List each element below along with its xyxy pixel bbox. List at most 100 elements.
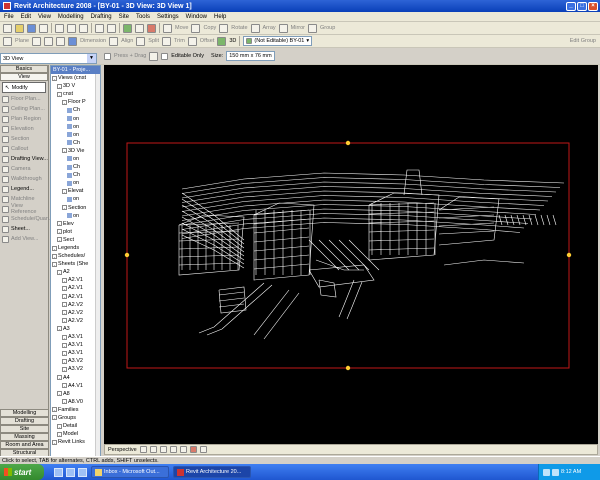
tree-node[interactable]: - Section <box>51 204 100 212</box>
3d-view-icon[interactable] <box>217 36 227 46</box>
taskbar-item-outlook[interactable]: Inbox - Microsoft Out... <box>91 466 169 478</box>
group-label[interactable]: Group <box>320 25 335 31</box>
view-tool-item[interactable]: View Reference <box>0 203 48 215</box>
tree-node[interactable]: - A2.V2 <box>51 309 100 317</box>
expand-toggle-icon[interactable]: - <box>57 221 62 227</box>
detail-level-icon[interactable] <box>149 446 157 453</box>
plane-icon[interactable] <box>3 36 12 46</box>
copy-icon[interactable] <box>67 23 76 33</box>
expand-toggle-icon[interactable]: - <box>57 269 62 275</box>
outlook-icon[interactable] <box>66 467 75 477</box>
menu-view[interactable]: View <box>38 14 51 20</box>
view-tool-item[interactable]: Camera <box>0 164 48 174</box>
start-button[interactable]: start <box>0 464 44 480</box>
move-icon[interactable] <box>163 23 172 33</box>
view-icon[interactable] <box>67 107 72 113</box>
zoom-icon[interactable] <box>147 23 156 33</box>
tree-node[interactable]: - Groups <box>51 414 100 422</box>
view-icon[interactable] <box>67 116 72 122</box>
expand-toggle-icon[interactable]: - <box>62 148 67 154</box>
view-icon[interactable] <box>67 180 72 186</box>
view-tool-item[interactable]: Elevation <box>0 124 48 134</box>
measure-icon[interactable] <box>123 23 132 33</box>
tree-node[interactable]: on <box>51 179 100 187</box>
expand-toggle-icon[interactable]: - <box>52 75 57 81</box>
menu-site[interactable]: Site <box>119 14 129 20</box>
view-tool-item[interactable]: Schedule/Quan... <box>0 214 54 224</box>
tree-node[interactable]: Ch <box>51 106 100 114</box>
view-tool-item[interactable]: Plan Region <box>0 114 48 124</box>
group-icon[interactable] <box>308 23 318 33</box>
expand-toggle-icon[interactable]: - <box>57 91 62 97</box>
edit-group-label[interactable]: Edit Group <box>570 38 596 44</box>
menu-window[interactable]: Window <box>186 14 207 20</box>
view-cube-icon[interactable] <box>68 36 78 46</box>
plane-label[interactable]: Plane <box>15 38 29 44</box>
crop-grip-top[interactable] <box>345 140 351 146</box>
crop-grip-right[interactable] <box>566 252 572 258</box>
copy-label[interactable]: Copy <box>203 25 216 31</box>
tree-node[interactable]: on <box>51 114 100 122</box>
expand-toggle-icon[interactable]: - <box>57 326 62 332</box>
trim-icon[interactable] <box>162 36 171 46</box>
menu-file[interactable]: File <box>4 14 14 20</box>
expand-toggle-icon[interactable]: - <box>62 294 67 300</box>
expand-toggle-icon[interactable]: - <box>52 245 57 251</box>
tree-node[interactable]: - A4 <box>51 373 100 381</box>
array-label[interactable]: Array <box>263 25 276 31</box>
tree-node[interactable]: on <box>51 212 100 220</box>
menu-help[interactable]: Help <box>214 14 226 20</box>
expand-toggle-icon[interactable]: - <box>62 302 67 308</box>
revit-app-icon[interactable] <box>3 2 11 10</box>
tree-node[interactable]: - A8.V0 <box>51 398 100 406</box>
building-wireframe-model[interactable] <box>104 65 598 444</box>
expand-toggle-icon[interactable]: - <box>62 188 67 194</box>
3d-view-canvas[interactable] <box>104 65 598 444</box>
split-label[interactable]: Split <box>148 38 159 44</box>
tab-view[interactable]: View <box>0 73 48 81</box>
array-icon[interactable] <box>250 23 260 33</box>
view-icon[interactable] <box>67 156 72 162</box>
tree-node[interactable]: - Sheets (She <box>51 260 100 268</box>
tree-node[interactable]: - Elevat <box>51 187 100 195</box>
steering-wheel-icon[interactable] <box>56 36 66 46</box>
trim-label[interactable]: Trim <box>174 38 185 44</box>
vertical-scrollbar[interactable] <box>95 74 100 456</box>
tree-node[interactable]: - cnst <box>51 90 100 98</box>
expand-toggle-icon[interactable]: - <box>57 83 62 89</box>
size-field[interactable]: 150 mm x 76 mm <box>226 51 275 61</box>
expand-toggle-icon[interactable]: - <box>62 399 67 405</box>
crop-grip-bottom[interactable] <box>345 365 351 371</box>
view-tool-item[interactable]: Sheet... <box>0 224 48 234</box>
taskbar-item-revit[interactable]: Revit Architecture 20... <box>173 466 251 478</box>
checkbox-icon[interactable] <box>104 52 111 60</box>
tree-node[interactable]: - A2.V2 <box>51 317 100 325</box>
tree-node[interactable]: - plot <box>51 228 100 236</box>
crop-region-boundary[interactable] <box>126 142 570 369</box>
pan-icon[interactable] <box>32 36 42 46</box>
expand-toggle-icon[interactable]: - <box>57 423 62 429</box>
tree-node[interactable]: - A3 <box>51 325 100 333</box>
tab-massing[interactable]: Massing <box>0 433 49 441</box>
tree-node[interactable]: - A2.V1 <box>51 276 100 284</box>
view-icon[interactable] <box>67 172 72 178</box>
expand-toggle-icon[interactable]: - <box>57 391 62 397</box>
view-tool-item[interactable]: Callout <box>0 144 48 154</box>
rotate-icon[interactable] <box>219 23 229 33</box>
tree-node[interactable]: on <box>51 131 100 139</box>
tab-room-and-area[interactable]: Room and Area <box>0 441 49 449</box>
thin-lines-icon[interactable] <box>135 23 144 33</box>
expand-toggle-icon[interactable]: - <box>57 229 62 235</box>
tree-node[interactable]: -3D V <box>51 82 100 90</box>
save-icon[interactable] <box>27 23 36 33</box>
expand-toggle-icon[interactable]: - <box>62 99 67 105</box>
maximize-button[interactable]: □ <box>577 1 587 11</box>
tree-node[interactable]: - A2.V1 <box>51 293 100 301</box>
expand-toggle-icon[interactable]: - <box>52 261 57 267</box>
align-label[interactable]: Align <box>121 38 133 44</box>
tree-node[interactable]: - A3.V1 <box>51 349 100 357</box>
shadows-icon[interactable] <box>169 446 177 453</box>
view-icon[interactable] <box>67 132 72 138</box>
view-icon[interactable] <box>67 124 72 130</box>
network-icon[interactable] <box>543 468 550 476</box>
